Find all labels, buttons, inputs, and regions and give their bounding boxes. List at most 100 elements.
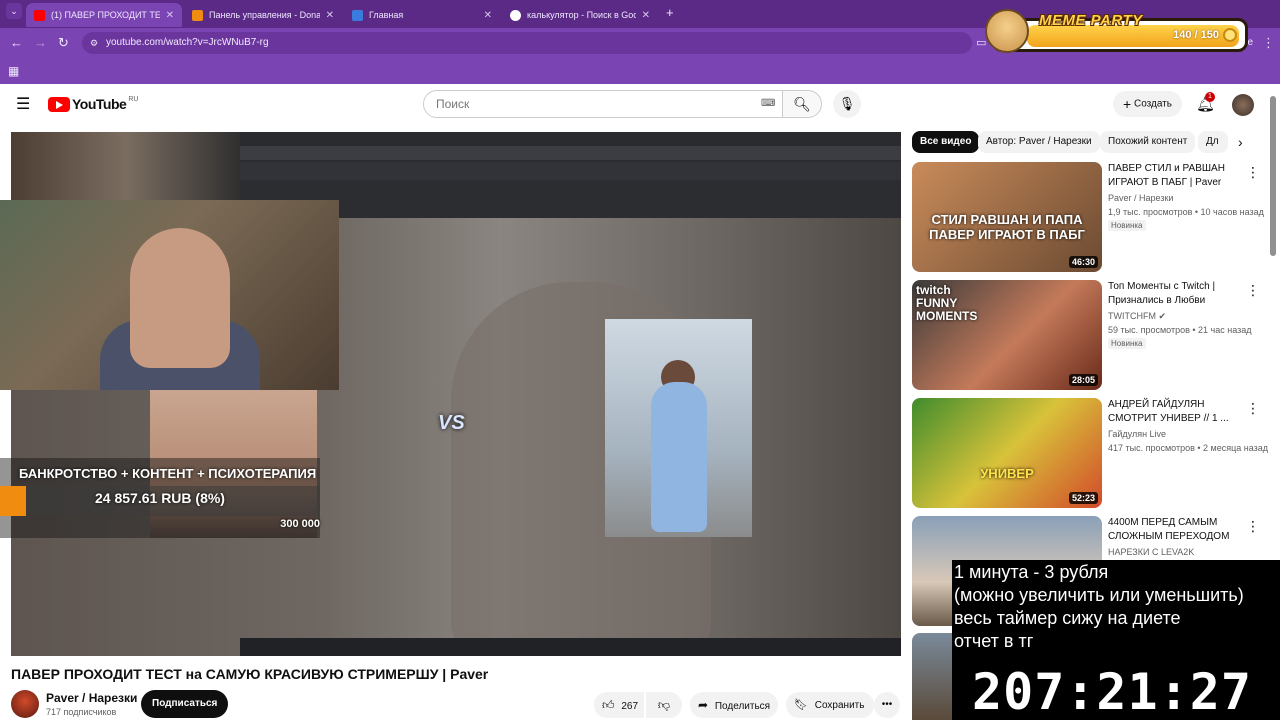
thumbnail-caption: УНИВЕР	[980, 466, 1034, 481]
verified-icon: ✔	[1158, 311, 1167, 321]
donation-goal: 300 000	[280, 518, 320, 530]
recommendation-item[interactable]: twitch FUNNY MOMENTS 28:05 Топ Моменты с…	[912, 280, 1272, 392]
share-icon: ➦	[698, 698, 709, 712]
dislike-button[interactable]: 👎︎	[646, 692, 682, 718]
more-dots-icon: •••	[881, 699, 893, 710]
tab-search-icon[interactable]: ⌄	[6, 3, 22, 19]
tab-youtube[interactable]: (1) ПАВЕР ПРОХОДИТ ТЕСТ на ✕	[26, 3, 182, 27]
new-tab-icon[interactable]: +	[666, 4, 674, 22]
like-button[interactable]: 👍︎ 267	[594, 692, 644, 718]
donation-title: БАНКРОТСТВО + КОНТЕНТ + ПСИХОТЕРАПИЯ	[19, 466, 317, 481]
recommendation-title[interactable]: АНДРЕЙ ГАЙДУЛЯН СМОТРИТ УНИВЕР // 1 ...	[1108, 398, 1248, 426]
chip-more[interactable]: Дл	[1198, 131, 1228, 153]
chip-author[interactable]: Автор: Paver / Нарезки	[978, 131, 1100, 153]
close-tab-icon[interactable]: ✕	[484, 10, 492, 21]
youtube-logo-text: YouTube	[72, 96, 127, 112]
recommendation-thumbnail[interactable]: УНИВЕР 52:23	[912, 398, 1102, 508]
hamburger-menu-icon[interactable]: ☰	[16, 94, 30, 114]
recommendation-channel[interactable]: TWITCHFM ✔	[1108, 311, 1166, 322]
site-info-icon[interactable]: ⚙	[90, 32, 98, 54]
close-tab-icon[interactable]: ✕	[642, 10, 650, 21]
avatar[interactable]	[1232, 94, 1254, 116]
meme-party-count: 140 / 150	[1173, 29, 1219, 41]
tab-title: калькулятор - Поиск в Google	[527, 10, 636, 20]
meme-party-widget: MEME PARTY 140 / 150	[985, 9, 1248, 53]
menu-dots-icon[interactable]: ⋮	[1262, 34, 1275, 52]
more-vert-icon[interactable]: ⋮	[1246, 164, 1260, 181]
recommendation-thumbnail[interactable]: twitch FUNNY MOMENTS 28:05	[912, 280, 1102, 390]
recommendation-meta: 1,9 тыс. просмотров • 10 часов назад	[1108, 207, 1264, 217]
video-duration: 52:23	[1068, 492, 1098, 504]
apps-grid-icon[interactable]: ▦	[8, 62, 19, 80]
recommendation-meta: 417 тыс. просмотров • 2 месяца назад	[1108, 443, 1269, 453]
save-label: Сохранить	[814, 700, 865, 711]
vs-logo: VS	[438, 412, 465, 434]
search-icon: 🔍︎	[793, 96, 811, 112]
create-button[interactable]: + Создать	[1113, 91, 1182, 117]
share-label: Поделиться	[714, 701, 771, 712]
subscribe-button[interactable]: Подписаться	[141, 690, 229, 718]
more-vert-icon[interactable]: ⋮	[1246, 518, 1260, 535]
more-actions-button[interactable]: •••	[874, 692, 900, 718]
bookmarks-bar: ▦	[0, 58, 1280, 84]
page-scrollbar[interactable]	[1270, 96, 1276, 256]
search-button[interactable]: 🔍︎	[782, 90, 822, 118]
recommendation-title[interactable]: 4400М ПЕРЕД САМЫМ СЛОЖНЫМ ПЕРЕХОДОМ	[1108, 516, 1248, 544]
youtube-play-icon	[48, 96, 70, 112]
keyboard-icon[interactable]: ⌨	[761, 98, 775, 109]
close-tab-icon[interactable]: ✕	[166, 10, 174, 21]
tab-main[interactable]: Главная ✕	[344, 3, 500, 27]
plus-icon: +	[1123, 96, 1132, 112]
tab-google[interactable]: калькулятор - Поиск в Google ✕	[502, 3, 658, 27]
doge-icon	[985, 9, 1029, 53]
chip-all[interactable]: Все видео	[912, 131, 980, 153]
chip-similar[interactable]: Похожий контент	[1100, 131, 1196, 153]
timer-info-line: отчет в тг	[954, 631, 1034, 651]
voice-search-button[interactable]: 🎙︎	[833, 90, 861, 118]
recommendation-channel[interactable]: Гайдулян Live	[1108, 429, 1166, 439]
thumbnail-caption: СТИЛ РАВШАН И ПАПА ПАВЕР ИГРАЮТ В ПАБГ	[929, 212, 1085, 242]
tab-title: Панель управления - Donatio	[209, 10, 320, 20]
close-tab-icon[interactable]: ✕	[326, 10, 334, 21]
recommendation-thumbnail[interactable]: СТИЛ РАВШАН И ПАПА ПАВЕР ИГРАЮТ В ПАБГ 4…	[912, 162, 1102, 272]
subscriber-count: 717 подписчиков	[46, 707, 117, 717]
reload-icon[interactable]: ↻	[58, 34, 69, 52]
video-duration: 46:30	[1068, 256, 1098, 268]
thumbs-down-icon: 👎︎	[657, 698, 671, 712]
search-input[interactable]: Поиск	[423, 90, 783, 118]
forward-icon[interactable]: →	[34, 34, 47, 52]
tab-title: Главная	[369, 10, 404, 20]
url-field[interactable]: ⚙ youtube.com/watch?v=JrcWNuB7-rg	[82, 32, 972, 54]
share-button[interactable]: ➦ Поделиться	[690, 692, 778, 718]
back-icon[interactable]: ←	[10, 34, 23, 52]
recommendation-channel[interactable]: НАРЕЗКИ С LEVA2K	[1108, 547, 1194, 557]
recommendation-channel[interactable]: Paver / Нарезки	[1108, 193, 1173, 203]
channel-name[interactable]: Paver / Нарезки	[46, 691, 137, 705]
tab-donation[interactable]: Панель управления - Donatio ✕	[184, 3, 342, 27]
timer-info-line: весь таймер сижу на диете	[954, 608, 1181, 628]
channel-avatar[interactable]	[11, 690, 39, 718]
recommendation-item[interactable]: СТИЛ РАВШАН И ПАПА ПАВЕР ИГРАЮТ В ПАБГ 4…	[912, 162, 1272, 274]
youtube-header: ☰ YouTube RU Поиск ⌨ 🔍︎ 🎙︎ + Создать 🔔︎ …	[0, 84, 1268, 124]
recommendation-meta: 59 тыс. просмотров • 21 час назад	[1108, 325, 1252, 335]
stream-browser-screen	[240, 132, 901, 218]
more-vert-icon[interactable]: ⋮	[1246, 400, 1260, 417]
chips-next-icon[interactable]: ›	[1238, 134, 1243, 150]
notifications-button[interactable]: 🔔︎ 1	[1196, 92, 1215, 113]
thumbs-up-icon: 👍︎	[602, 698, 615, 712]
game-character	[651, 382, 707, 532]
youtube-logo[interactable]: YouTube RU	[48, 96, 138, 112]
notification-badge: 1	[1205, 92, 1215, 102]
google-favicon-icon	[510, 9, 521, 21]
recommendation-title[interactable]: Топ Моменты с Twitch | Признались в Любв…	[1108, 280, 1248, 308]
webcam-person	[130, 228, 230, 368]
new-badge: Новинка	[1108, 220, 1146, 231]
video-title: ПАВЕР ПРОХОДИТ ТЕСТ на САМУЮ КРАСИВУЮ СТ…	[11, 666, 489, 682]
save-button[interactable]: 🔖︎ Сохранить	[786, 692, 874, 718]
donation-amount: 24 857.61 RUB (8%)	[95, 490, 225, 506]
video-duration: 28:05	[1068, 374, 1098, 386]
recommendation-title[interactable]: ПАВЕР СТИЛ и РАВШАН ИГРАЮТ В ПАБГ | Pave…	[1108, 162, 1248, 190]
more-vert-icon[interactable]: ⋮	[1246, 282, 1260, 299]
new-badge: Новинка	[1108, 338, 1146, 349]
recommendation-item[interactable]: УНИВЕР 52:23 АНДРЕЙ ГАЙДУЛЯН СМОТРИТ УНИ…	[912, 398, 1272, 510]
